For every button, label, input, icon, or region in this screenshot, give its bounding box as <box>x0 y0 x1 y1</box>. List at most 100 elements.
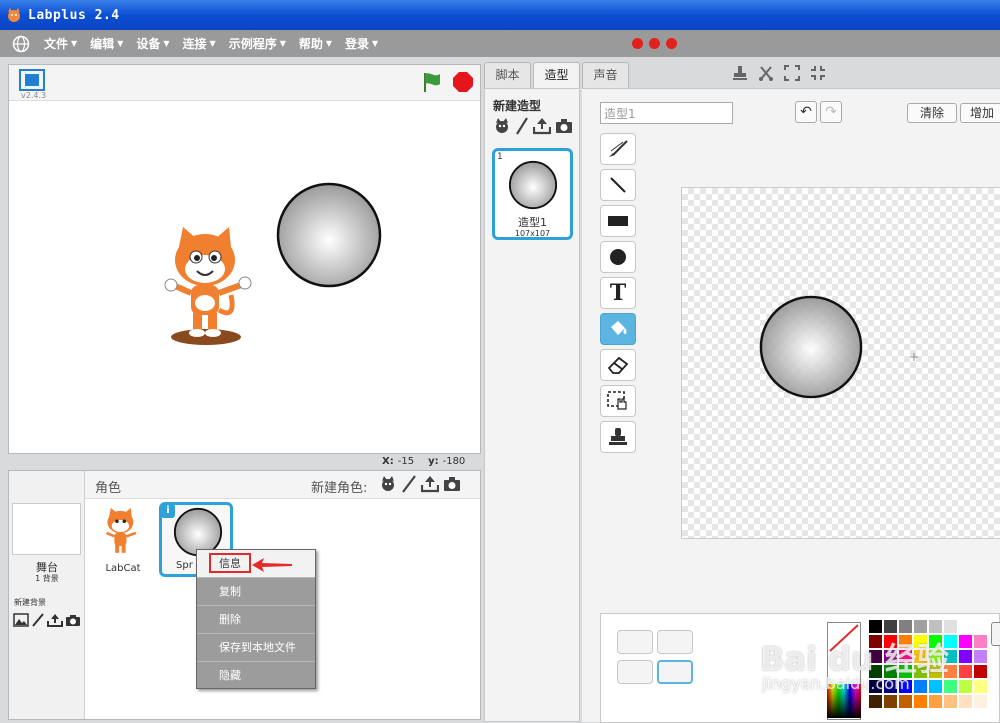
palette-swatch[interactable] <box>899 620 912 633</box>
tab-sounds[interactable]: 声音 <box>582 62 629 88</box>
palette-swatch[interactable] <box>959 680 972 693</box>
palette-swatch[interactable] <box>914 620 927 633</box>
paint-brush-icon[interactable] <box>401 475 417 493</box>
green-flag-icon[interactable] <box>421 71 443 93</box>
palette-swatch[interactable] <box>959 650 972 663</box>
stage-thumbnail[interactable] <box>12 503 81 555</box>
grow-icon[interactable] <box>784 65 800 81</box>
palette-swatch[interactable] <box>974 650 987 663</box>
costume-name-input[interactable] <box>600 102 733 124</box>
menu-login[interactable]: 登录 ▼ <box>345 35 378 52</box>
clear-button[interactable]: 清除 <box>907 103 957 123</box>
palette-swatch[interactable] <box>929 680 942 693</box>
palette-swatch[interactable] <box>974 635 987 648</box>
redo-button[interactable]: ↷ <box>820 101 842 123</box>
select-tool[interactable] <box>600 385 636 417</box>
tab-scripts[interactable]: 脚本 <box>484 62 531 88</box>
upload-icon[interactable] <box>421 475 439 493</box>
palette-swatch[interactable] <box>974 695 987 708</box>
camera-icon[interactable] <box>443 475 461 493</box>
palette-swatch[interactable] <box>959 620 972 633</box>
shrink-icon[interactable] <box>810 65 826 81</box>
upload-icon[interactable] <box>533 117 551 135</box>
palette-swatch[interactable] <box>884 620 897 633</box>
menu-item-hide[interactable]: 隐藏 <box>197 662 315 690</box>
palette-swatch[interactable] <box>944 695 957 708</box>
line-tool[interactable] <box>600 169 636 201</box>
costume-library-icon[interactable] <box>493 117 511 135</box>
text-icon: T <box>609 280 627 306</box>
stamp-icon[interactable] <box>732 65 748 81</box>
costume-index: 1 <box>497 152 503 162</box>
paint-brush-icon[interactable] <box>31 613 45 627</box>
chevron-down-icon: ▼ <box>279 39 286 48</box>
ellipse-tool[interactable] <box>600 241 636 273</box>
palette-swatch[interactable] <box>959 695 972 708</box>
paint-brush-icon[interactable] <box>515 117 529 135</box>
palette-swatch[interactable] <box>974 680 987 693</box>
menu-edit[interactable]: 编辑 ▼ <box>90 35 123 52</box>
upload-icon[interactable] <box>47 613 63 627</box>
menu-item-delete[interactable]: 删除 <box>197 606 315 634</box>
stamp-tool[interactable] <box>600 421 636 453</box>
fill-tool[interactable] <box>600 313 636 345</box>
sprite-thumb-labcat[interactable]: LabCat <box>101 507 161 579</box>
menu-help[interactable]: 帮助 ▼ <box>299 35 332 52</box>
stage-panel: v2.4.3 <box>8 64 481 454</box>
sphere-sprite-on-stage[interactable] <box>275 181 383 289</box>
palette-swatch[interactable] <box>974 665 987 678</box>
drawing-canvas[interactable]: + <box>681 187 1000 539</box>
sprite-name-labcat: LabCat <box>105 563 141 574</box>
palette-swatch[interactable] <box>974 620 987 633</box>
menu-device[interactable]: 设备 ▼ <box>136 35 169 52</box>
rectangle-tool[interactable] <box>600 205 636 237</box>
window-title: Labplus 2.4 <box>28 7 120 23</box>
editor-tabs: 脚本 造型 声音 <box>484 62 631 88</box>
tab-costumes[interactable]: 造型 <box>533 62 580 88</box>
menu-file[interactable]: 文件 ▼ <box>44 35 77 52</box>
eraser-tool[interactable] <box>600 349 636 381</box>
palette-swatch[interactable] <box>914 680 927 693</box>
palette-swatch[interactable] <box>869 695 882 708</box>
status-dot <box>649 38 660 49</box>
palette-swatch[interactable] <box>944 680 957 693</box>
image-library-icon[interactable] <box>13 613 29 627</box>
fill-option[interactable] <box>617 660 653 684</box>
eyedropper-button[interactable] <box>991 622 1000 646</box>
palette-swatch[interactable] <box>929 620 942 633</box>
text-tool[interactable]: T <box>600 277 636 309</box>
palette-swatch[interactable] <box>959 635 972 648</box>
sprite-library-icon[interactable] <box>379 475 397 493</box>
costume-thumb-1[interactable]: 1 造型1 107x107 <box>492 148 573 240</box>
stop-icon[interactable] <box>452 71 474 93</box>
menu-examples[interactable]: 示例程序 ▼ <box>229 35 286 52</box>
palette-swatch[interactable] <box>884 695 897 708</box>
menu-item-save-local[interactable]: 保存到本地文件 <box>197 634 315 662</box>
camera-icon[interactable] <box>555 117 573 135</box>
brush-tool[interactable] <box>600 133 636 165</box>
add-button[interactable]: 增加 <box>960 103 1000 123</box>
palette-swatch[interactable] <box>914 695 927 708</box>
palette-swatch[interactable] <box>929 695 942 708</box>
backdrop-count: 1 背景 <box>35 574 59 583</box>
globe-icon[interactable] <box>12 35 30 53</box>
chevron-down-icon: ▼ <box>209 39 216 48</box>
new-backdrop-icons <box>13 613 81 627</box>
labcat-sprite-on-stage[interactable] <box>161 225 261 350</box>
palette-swatch[interactable] <box>959 665 972 678</box>
undo-button[interactable]: ↶ <box>795 101 817 123</box>
menu-item-duplicate[interactable]: 复制 <box>197 578 315 606</box>
fill-option-selected[interactable] <box>657 660 693 684</box>
camera-icon[interactable] <box>65 613 81 627</box>
scissors-icon[interactable] <box>758 65 774 81</box>
palette-swatch[interactable] <box>944 620 957 633</box>
palette-swatch[interactable] <box>899 695 912 708</box>
fill-option[interactable] <box>657 630 693 654</box>
palette-swatch[interactable] <box>869 620 882 633</box>
new-sprite-label: 新建角色: <box>311 481 368 496</box>
y-coordinate: -180 <box>442 456 466 467</box>
fill-option[interactable] <box>617 630 653 654</box>
sphere-costume-shape[interactable] <box>758 294 864 400</box>
menu-connect[interactable]: 连接 ▼ <box>183 35 216 52</box>
fullscreen-icon[interactable] <box>19 69 45 91</box>
